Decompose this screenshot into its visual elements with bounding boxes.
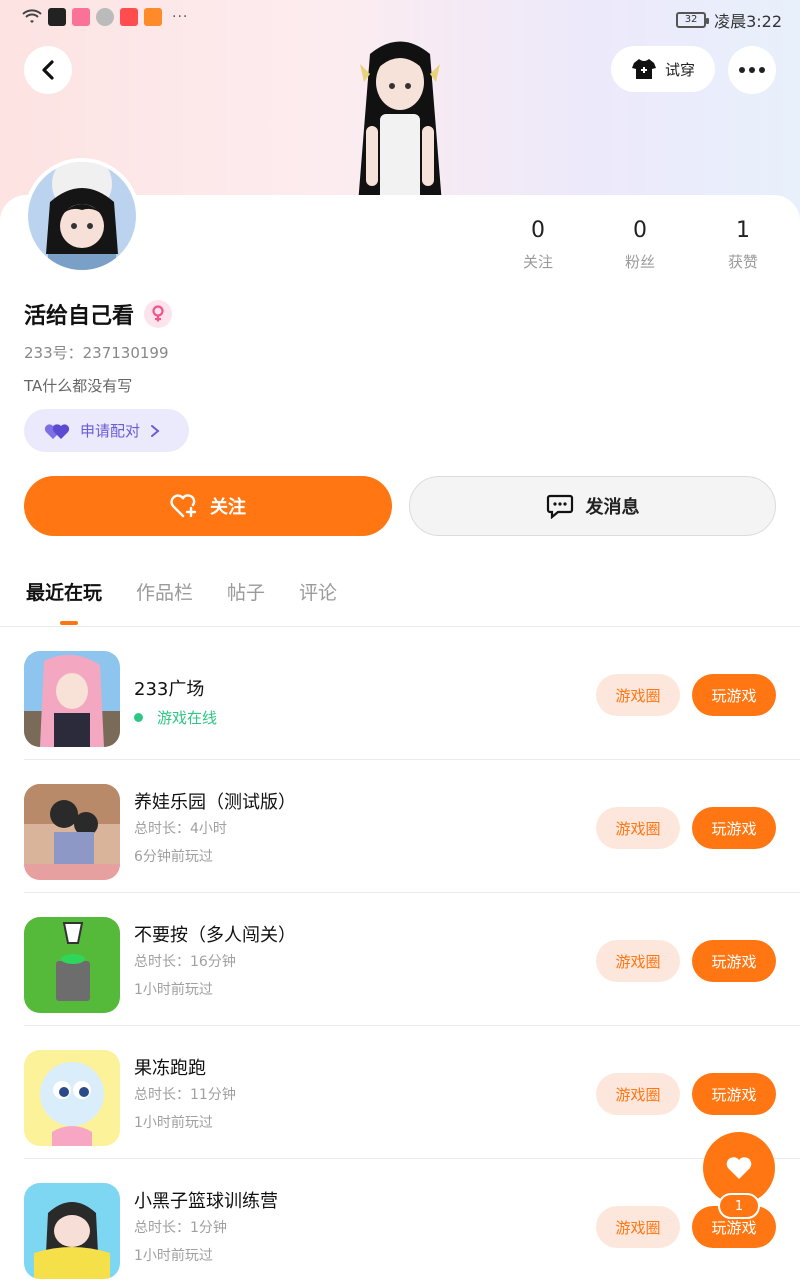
tab-works[interactable]: 作品栏	[136, 578, 193, 605]
stat-following-value: 0	[531, 218, 545, 243]
female-icon	[144, 300, 173, 328]
back-button[interactable]	[24, 46, 72, 94]
bio: TA什么都没有写	[24, 377, 133, 395]
game-icon	[24, 1050, 120, 1146]
red-app-icon	[120, 8, 138, 26]
avatar-image	[28, 162, 136, 270]
heart-icon	[726, 1157, 752, 1179]
chat-bubble-icon	[546, 494, 573, 519]
stat-following[interactable]: 0 关注	[508, 218, 568, 272]
stat-likes-label: 获赞	[727, 253, 758, 271]
tab-recent-played[interactable]: 最近在玩	[26, 578, 102, 605]
status-icons: ···	[22, 8, 188, 26]
pair-request-button[interactable]: 申请配对	[24, 409, 189, 452]
orange-app-icon	[144, 8, 162, 26]
stat-fans-label: 粉丝	[624, 253, 655, 271]
wifi-icon	[22, 9, 42, 23]
battery-icon: 32	[676, 12, 710, 28]
stat-likes-value: 1	[736, 218, 750, 243]
heart-plus-icon	[170, 494, 197, 518]
bilibili-icon	[72, 8, 90, 26]
video-app-icon	[48, 8, 66, 26]
chevron-right-icon	[151, 424, 160, 437]
more-dot	[759, 67, 765, 73]
game-icon	[24, 1183, 120, 1279]
play-game-button[interactable]: 玩游戏	[692, 940, 776, 982]
tab-indicator	[60, 621, 78, 625]
play-game-button[interactable]: 玩游戏	[692, 1073, 776, 1115]
game-last-played: 1小时前玩过	[134, 982, 213, 998]
online-dot-icon	[134, 713, 143, 722]
more-dots-icon	[739, 67, 745, 73]
game-title: 小黑子篮球训练营	[134, 1191, 278, 1212]
online-label: 游戏在线	[157, 709, 218, 727]
try-on-label: 试穿	[664, 60, 695, 79]
game-row[interactable]: 养娃乐园（测试版） 总时长：4小时 6分钟前玩过 游戏圈 玩游戏	[24, 760, 800, 893]
game-duration: 总时长：11分钟	[134, 1087, 236, 1103]
game-row[interactable]: 233广场 游戏在线 游戏圈 玩游戏	[24, 627, 800, 760]
game-title: 不要按（多人闯关）	[134, 925, 296, 946]
game-row[interactable]: 小黑子篮球训练营 总时长：1分钟 1小时前玩过 游戏圈 玩游戏	[24, 1159, 800, 1280]
game-row[interactable]: 果冻跑跑 总时长：11分钟 1小时前玩过 游戏圈 玩游戏	[24, 1026, 800, 1159]
game-duration: 总时长：16分钟	[134, 954, 236, 970]
game-icon	[24, 651, 120, 747]
character-figure	[358, 41, 442, 204]
tab-posts[interactable]: 帖子	[227, 578, 265, 605]
game-last-played: 1小时前玩过	[134, 1248, 213, 1264]
game-duration: 总时长：1分钟	[134, 1220, 227, 1236]
stat-fans-value: 0	[633, 218, 647, 243]
game-title: 果冻跑跑	[134, 1058, 206, 1079]
game-circle-button[interactable]: 游戏圈	[596, 674, 680, 716]
username-row: 活给自己看	[24, 298, 173, 330]
status-bar: ··· 32 凌晨3:22	[0, 0, 800, 36]
status-right: 32 凌晨3:22	[676, 8, 782, 32]
game-last-played: 1小时前玩过	[134, 1115, 213, 1131]
game-last-played: 6分钟前玩过	[134, 849, 213, 865]
more-notifications: ···	[172, 9, 189, 25]
message-label: 发消息	[585, 497, 640, 518]
game-icon	[24, 917, 120, 1013]
avatar[interactable]	[24, 158, 140, 274]
game-duration: 总时长：4小时	[134, 821, 227, 837]
stat-fans[interactable]: 0 粉丝	[610, 218, 670, 272]
game-circle-button[interactable]: 游戏圈	[596, 807, 680, 849]
game-title: 养娃乐园（测试版）	[134, 792, 296, 813]
user-id: 233号：237130199	[24, 344, 169, 362]
play-game-button[interactable]: 玩游戏	[692, 674, 776, 716]
shirt-icon	[631, 59, 656, 79]
game-row[interactable]: 不要按（多人闯关） 总时长：16分钟 1小时前玩过 游戏圈 玩游戏	[24, 893, 800, 1026]
game-circle-button[interactable]: 游戏圈	[596, 1073, 680, 1115]
stat-following-label: 关注	[522, 253, 553, 271]
pair-label: 申请配对	[80, 422, 141, 440]
try-on-button[interactable]: 试穿	[611, 46, 715, 92]
play-game-button[interactable]: 玩游戏	[692, 807, 776, 849]
game-title: 233广场	[134, 679, 205, 700]
clock: 凌晨3:22	[714, 12, 782, 31]
username: 活给自己看	[24, 304, 135, 329]
more-dot	[749, 67, 755, 73]
game-icon	[24, 784, 120, 880]
tab-comments[interactable]: 评论	[299, 578, 337, 605]
chevron-left-icon	[42, 60, 54, 80]
double-heart-icon	[44, 423, 70, 439]
online-status: 游戏在线	[134, 707, 217, 728]
game-circle-button[interactable]: 游戏圈	[596, 940, 680, 982]
profile-tabs: 最近在玩 作品栏 帖子 评论	[26, 578, 337, 605]
more-options-button[interactable]	[728, 46, 776, 94]
follow-label: 关注	[210, 497, 246, 518]
wechat-icon	[96, 8, 114, 26]
send-message-button[interactable]: 发消息	[409, 476, 776, 536]
like-count-badge: 1	[718, 1193, 760, 1219]
stat-likes[interactable]: 1 获赞	[713, 218, 773, 272]
game-circle-button[interactable]: 游戏圈	[596, 1206, 680, 1248]
follow-button[interactable]: 关注	[24, 476, 392, 536]
